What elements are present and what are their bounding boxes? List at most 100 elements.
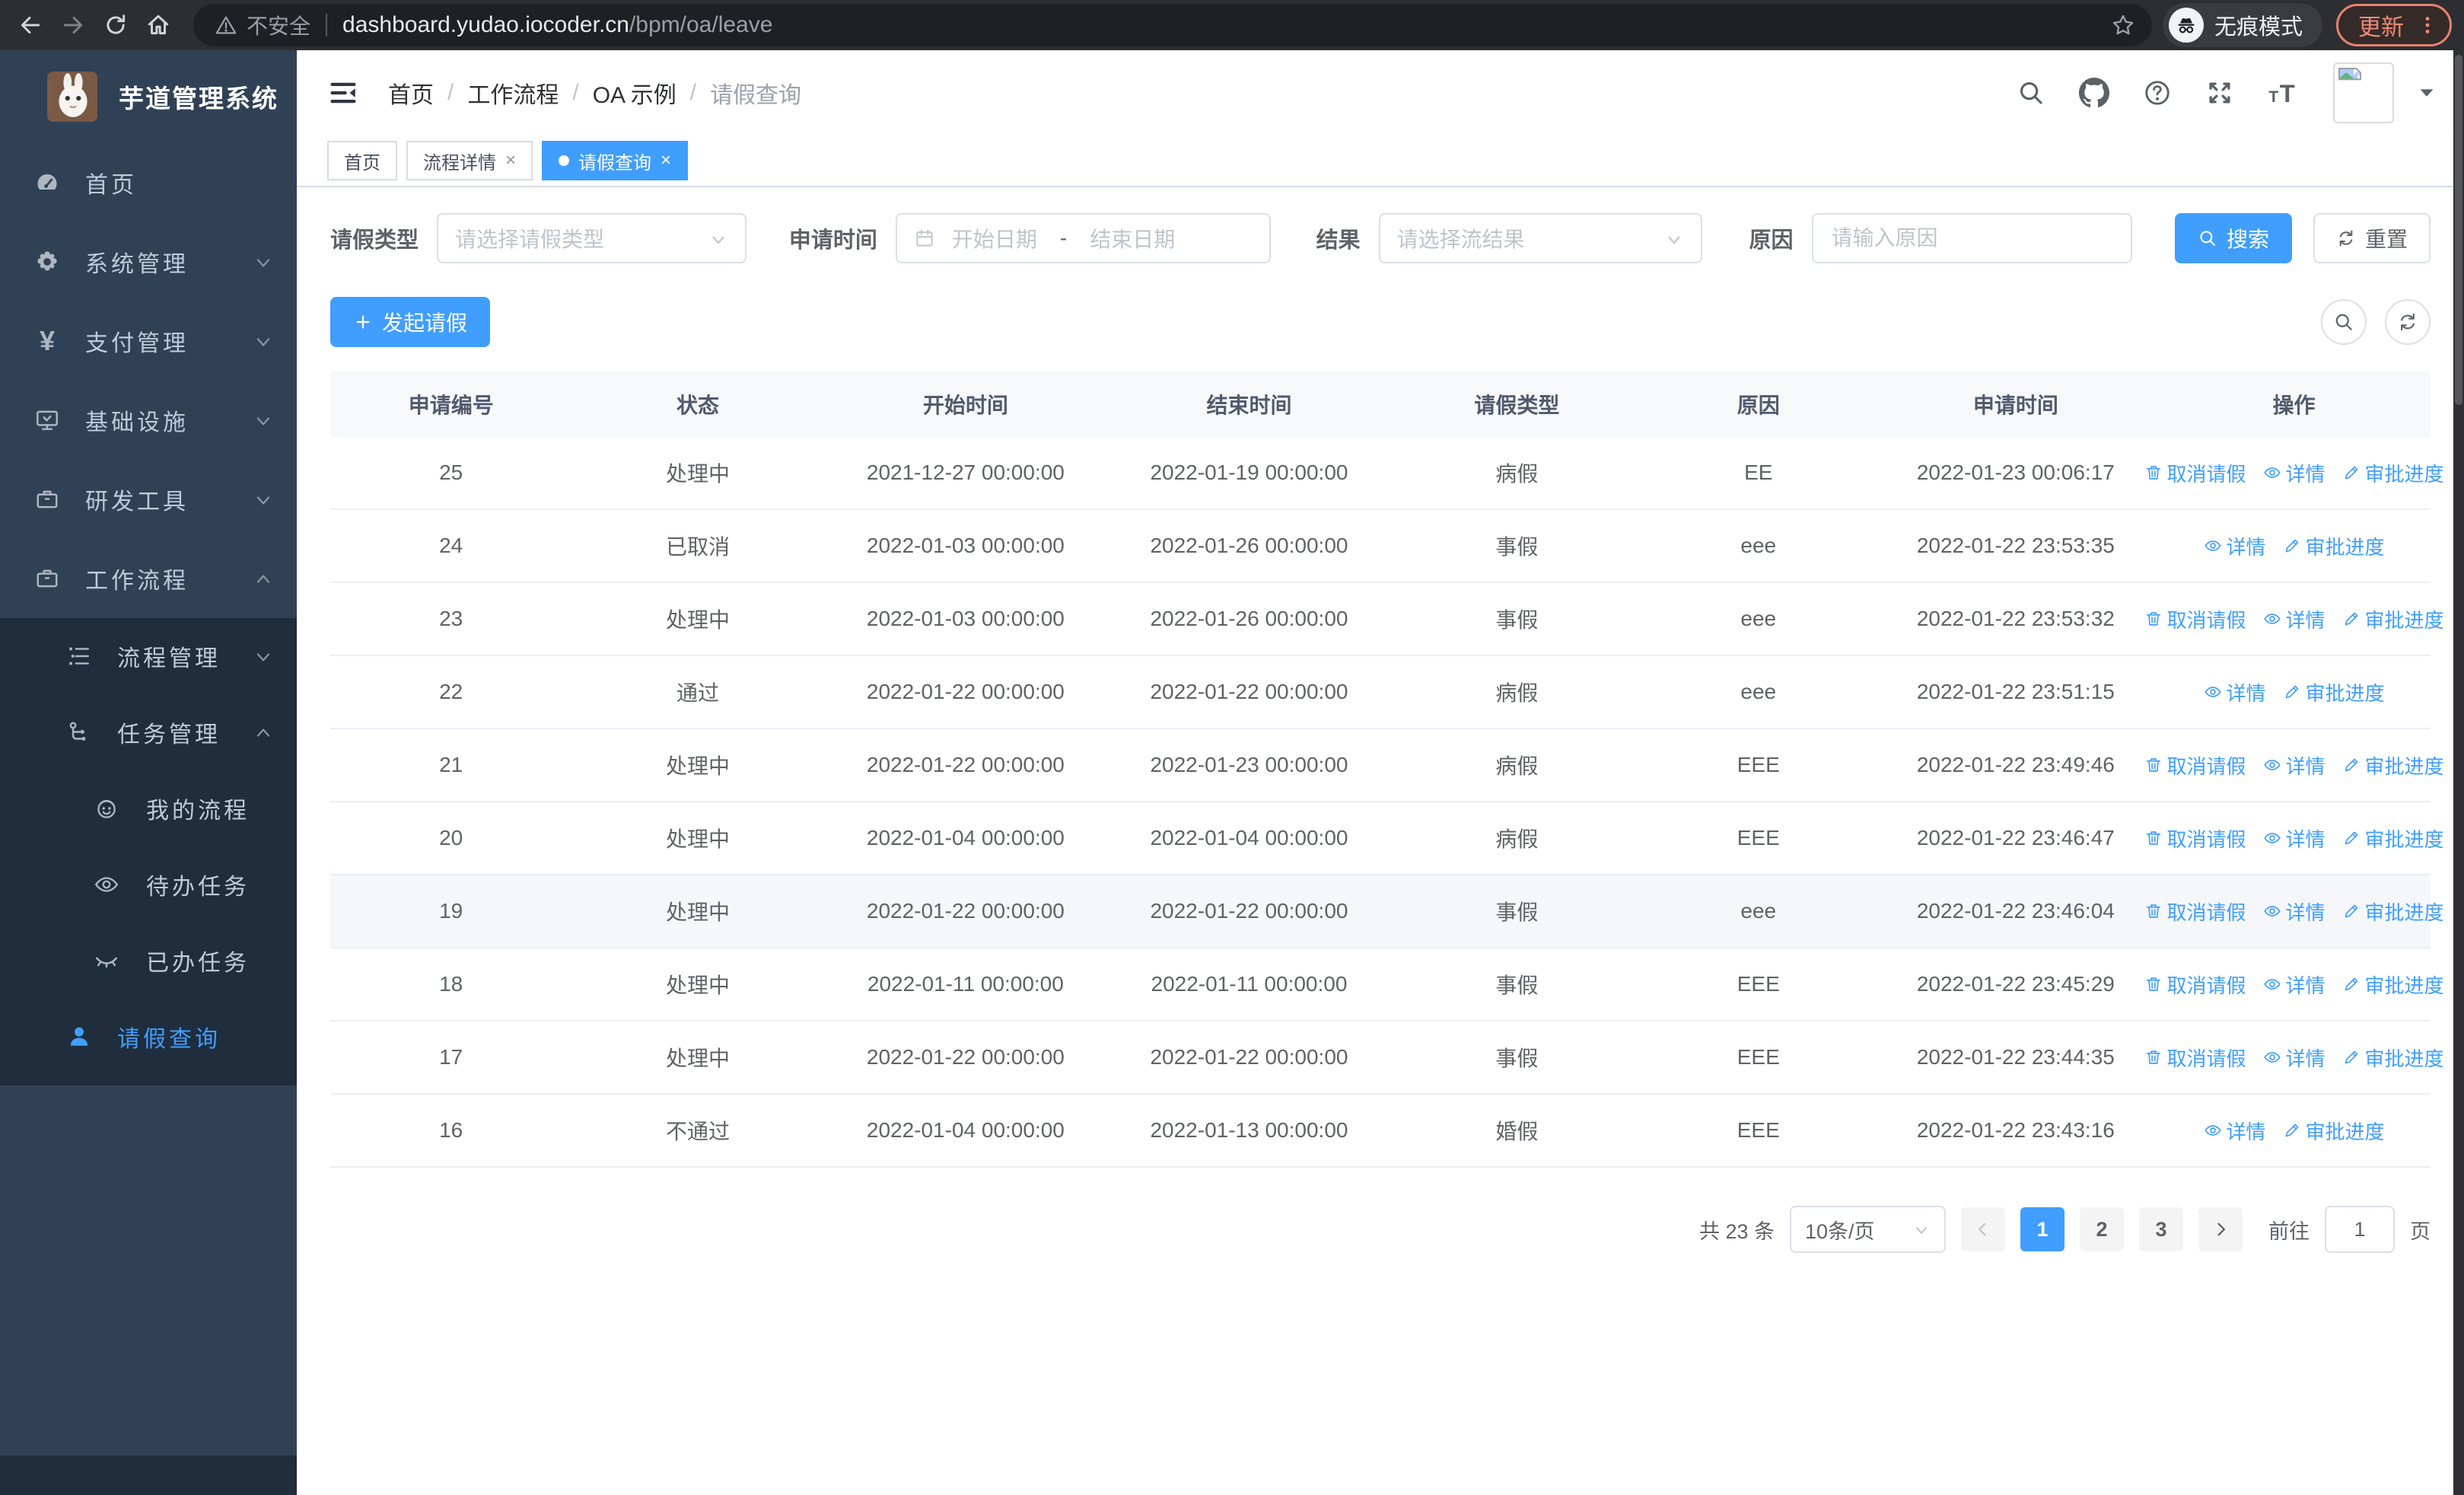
help-icon[interactable] xyxy=(2143,78,2172,107)
table-row[interactable]: 18 处理中 2022-01-11 00:00:00 2022-01-11 00:00… xyxy=(330,948,2444,1022)
sidebar-item-devtools[interactable]: 研发工具 xyxy=(0,460,297,539)
table-row[interactable]: 17 处理中 2022-01-22 00:00:00 2022-01-22 00:00… xyxy=(330,1022,2444,1095)
detail-link[interactable]: 详情 xyxy=(2204,1117,2266,1145)
page-button-2[interactable]: 2 xyxy=(2080,1207,2124,1251)
table-row[interactable]: 25 处理中 2021-12-27 00:00:00 2022-01-19 00:00… xyxy=(330,437,2444,510)
detail-link[interactable]: 详情 xyxy=(2263,751,2326,779)
progress-link[interactable]: 审批进度 xyxy=(2283,532,2385,560)
browser-forward-button[interactable] xyxy=(52,4,94,46)
close-icon[interactable]: × xyxy=(661,151,671,170)
window-scrollbar[interactable] xyxy=(2453,50,2464,1495)
next-page-button[interactable] xyxy=(2198,1207,2243,1251)
sidebar-item-home[interactable]: 首页 xyxy=(0,143,297,222)
detail-link[interactable]: 详情 xyxy=(2263,897,2326,926)
table-row[interactable]: 16 不通过 2022-01-04 00:00:00 2022-01-13 00:00… xyxy=(330,1095,2431,1168)
search-button[interactable]: 搜索 xyxy=(2174,213,2292,263)
prev-page-button[interactable] xyxy=(1961,1207,2005,1251)
detail-link[interactable]: 详情 xyxy=(2263,971,2326,999)
cancel-leave-link[interactable]: 取消请假 xyxy=(2144,824,2246,853)
sidebar-collapse-bar[interactable] xyxy=(0,1455,297,1495)
sidebar-item-leave-query[interactable]: 请假查询 xyxy=(0,999,297,1075)
sidebar-item-system[interactable]: 系统管理 xyxy=(0,222,297,301)
progress-link[interactable]: 审批进度 xyxy=(2283,1117,2385,1145)
sidebar-item-task-mgmt[interactable]: 任务管理 xyxy=(0,694,297,770)
detail-link[interactable]: 详情 xyxy=(2263,459,2326,487)
search-icon xyxy=(2333,311,2354,333)
goto-page-input[interactable] xyxy=(2326,1207,2393,1251)
cancel-leave-link[interactable]: 取消请假 xyxy=(2144,459,2246,487)
table-row[interactable]: 22 通过 2022-01-22 00:00:00 2022-01-22 00:00:… xyxy=(330,656,2431,729)
browser-update-button[interactable]: 更新 xyxy=(2336,4,2452,46)
result-select[interactable]: 请选择流结果 xyxy=(1378,213,1702,263)
cancel-leave-link[interactable]: 取消请假 xyxy=(2144,971,2246,999)
scrollbar-thumb[interactable] xyxy=(2455,55,2462,405)
progress-link[interactable]: 审批进度 xyxy=(2342,605,2444,633)
fullscreen-icon[interactable] xyxy=(2205,78,2234,107)
cell-status: 处理中 xyxy=(665,901,730,924)
bookmark-star-icon[interactable] xyxy=(2111,13,2135,37)
sidebar-item-workflow[interactable]: 工作流程 xyxy=(0,539,297,618)
sidebar-item-process-mgmt[interactable]: 流程管理 xyxy=(0,618,297,694)
sidebar-item-todo-tasks[interactable]: 待办任务 xyxy=(0,846,297,923)
cancel-leave-link[interactable]: 取消请假 xyxy=(2144,751,2246,779)
tab-leave-query[interactable]: 请假查询 × xyxy=(542,141,689,180)
hamburger-icon[interactable] xyxy=(327,77,359,109)
sidebar-item-infra[interactable]: 基础设施 xyxy=(0,381,297,460)
tab-home[interactable]: 首页 xyxy=(327,141,397,180)
progress-link[interactable]: 审批进度 xyxy=(2342,897,2444,926)
progress-link[interactable]: 审批进度 xyxy=(2342,751,2444,779)
cancel-leave-link[interactable]: 取消请假 xyxy=(2144,897,2246,926)
breadcrumb-workflow[interactable]: 工作流程 xyxy=(467,76,559,110)
detail-link[interactable]: 详情 xyxy=(2204,678,2266,706)
caret-down-icon[interactable] xyxy=(2415,81,2438,104)
leave-type-select[interactable]: 请选择请假类型 xyxy=(437,213,747,263)
page-button-3[interactable]: 3 xyxy=(2139,1207,2183,1251)
avatar[interactable] xyxy=(2333,62,2394,123)
browser-reload-button[interactable] xyxy=(94,4,137,46)
toggle-search-button[interactable] xyxy=(2321,299,2367,345)
page-button-1[interactable]: 1 xyxy=(2020,1207,2064,1251)
search-icon[interactable] xyxy=(2017,78,2045,107)
browser-menu-icon[interactable] xyxy=(2416,14,2439,37)
address-bar[interactable]: 不安全 dashboard.yudao.iocoder.cn/bpm/oa/le… xyxy=(193,4,2152,46)
table-row[interactable]: 21 处理中 2022-01-22 00:00:00 2022-01-23 00:00… xyxy=(330,729,2444,802)
page-size-select[interactable]: 10条/页 xyxy=(1790,1206,1946,1253)
table-row[interactable]: 19 处理中 2022-01-22 00:00:00 2022-01-22 00:00… xyxy=(330,875,2444,948)
sidebar-item-done-tasks[interactable]: 已办任务 xyxy=(0,923,297,999)
breadcrumb-home[interactable]: 首页 xyxy=(388,76,434,110)
browser-back-button[interactable] xyxy=(9,4,52,46)
breadcrumb-oa-example[interactable]: OA 示例 xyxy=(593,76,676,110)
table-body: 25 处理中 2021-12-27 00:00:00 2022-01-19 00:00… xyxy=(330,437,2444,1168)
detail-link[interactable]: 详情 xyxy=(2204,532,2266,560)
github-icon[interactable] xyxy=(2079,78,2109,108)
tab-process-detail[interactable]: 流程详情 × xyxy=(406,141,533,180)
font-size-icon[interactable] xyxy=(2268,77,2300,109)
progress-link[interactable]: 审批进度 xyxy=(2283,678,2385,706)
briefcase-icon xyxy=(33,566,61,591)
apply-time-range-picker[interactable]: 开始日期 - 结束日期 xyxy=(895,213,1271,263)
progress-link[interactable]: 审批进度 xyxy=(2342,971,2444,999)
browser-home-button[interactable] xyxy=(137,4,180,46)
progress-link[interactable]: 审批进度 xyxy=(2342,824,2444,853)
table-row[interactable]: 20 处理中 2022-01-04 00:00:00 2022-01-04 00:00… xyxy=(330,802,2444,875)
progress-link[interactable]: 审批进度 xyxy=(2342,1044,2444,1072)
detail-link[interactable]: 详情 xyxy=(2263,824,2326,853)
create-leave-button[interactable]: 发起请假 xyxy=(330,297,491,347)
reason-input[interactable] xyxy=(1816,226,2128,250)
cell-actions: 取消请假 详情 审批进度 xyxy=(2157,751,2444,779)
refresh-table-button[interactable] xyxy=(2385,299,2431,345)
detail-link[interactable]: 详情 xyxy=(2263,605,2326,633)
app-logo[interactable]: 芋道管理系统 xyxy=(0,50,297,143)
cancel-leave-link[interactable]: 取消请假 xyxy=(2144,605,2246,633)
progress-link[interactable]: 审批进度 xyxy=(2342,459,2444,487)
reset-button[interactable]: 重置 xyxy=(2313,213,2431,263)
sidebar-item-my-process[interactable]: 我的流程 xyxy=(0,770,297,846)
table-row[interactable]: 23 处理中 2022-01-03 00:00:00 2022-01-26 00:00… xyxy=(330,583,2444,656)
breadcrumb-current: 请假查询 xyxy=(710,83,802,108)
cell-apply-time: 2022-01-22 23:51:15 xyxy=(1916,680,2115,703)
close-icon[interactable]: × xyxy=(505,151,516,170)
detail-link[interactable]: 详情 xyxy=(2263,1044,2326,1072)
cancel-leave-link[interactable]: 取消请假 xyxy=(2144,1044,2246,1072)
sidebar-item-payment[interactable]: ¥ 支付管理 xyxy=(0,301,297,381)
table-row[interactable]: 24 已取消 2022-01-03 00:00:00 2022-01-26 00:00… xyxy=(330,510,2431,583)
